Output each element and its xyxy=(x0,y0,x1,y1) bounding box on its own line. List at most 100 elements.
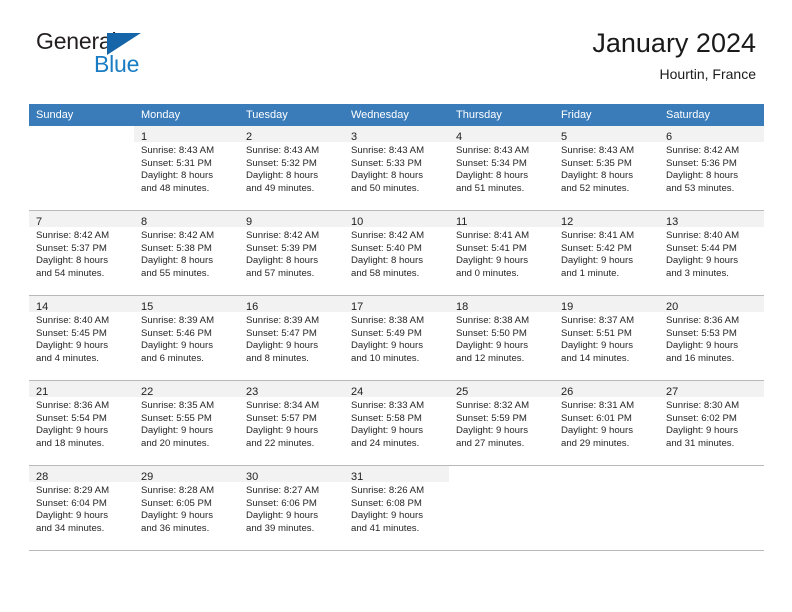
calendar-day-cell[interactable]: 21 Sunrise: 8:36 AM Sunset: 5:54 PM Dayligh… xyxy=(29,381,134,465)
calendar-cell: 4 Sunrise: 8:43 AM Sunset: 5:34 PM Daylight… xyxy=(449,126,554,211)
sunset-text: Sunset: 5:42 PM xyxy=(561,242,632,254)
day-number: 12 xyxy=(561,216,574,228)
calendar-day-cell[interactable]: 2 Sunrise: 8:43 AM Sunset: 5:32 PM Daylight… xyxy=(239,126,344,210)
calendar-day-cell[interactable]: 3 Sunrise: 8:43 AM Sunset: 5:33 PM Daylight… xyxy=(344,126,449,210)
calendar-day-cell[interactable]: 19 Sunrise: 8:37 AM Sunset: 5:51 PM Dayligh… xyxy=(554,296,659,380)
daylight-text-line2: and 50 minutes. xyxy=(351,182,420,194)
calendar-day-cell[interactable]: 10 Sunrise: 8:42 AM Sunset: 5:40 PM Dayligh… xyxy=(344,211,449,295)
calendar-day-cell[interactable]: 13 Sunrise: 8:40 AM Sunset: 5:44 PM Dayligh… xyxy=(659,211,764,295)
calendar-day-cell[interactable]: 20 Sunrise: 8:36 AM Sunset: 5:53 PM Dayligh… xyxy=(659,296,764,380)
calendar-day-cell[interactable]: 29 Sunrise: 8:28 AM Sunset: 6:05 PM Dayligh… xyxy=(134,466,239,550)
weekday-header-thursday: Thursday xyxy=(449,104,554,126)
sunset-text: Sunset: 5:38 PM xyxy=(141,242,212,254)
sunrise-text: Sunrise: 8:34 AM xyxy=(246,400,320,411)
calendar-day-cell[interactable]: 5 Sunrise: 8:43 AM Sunset: 5:35 PM Daylight… xyxy=(554,126,659,210)
calendar-cell: 18 Sunrise: 8:38 AM Sunset: 5:50 PM Dayligh… xyxy=(449,295,554,381)
daylight-text-line2: and 6 minutes. xyxy=(141,352,204,364)
day-details: Sunrise: 8:40 AM Sunset: 5:45 PM Daylight:… xyxy=(29,312,134,365)
daylight-text-line1: Daylight: 9 hours xyxy=(561,340,633,352)
daylight-text-line1: Daylight: 8 hours xyxy=(141,170,213,182)
day-details: Sunrise: 8:34 AM Sunset: 5:57 PM Daylight:… xyxy=(239,397,344,450)
sunset-text: Sunset: 5:51 PM xyxy=(561,327,632,339)
day-number: 4 xyxy=(456,131,463,143)
daylight-text-line2: and 10 minutes. xyxy=(351,352,420,364)
calendar-day-cell[interactable]: 17 Sunrise: 8:38 AM Sunset: 5:49 PM Dayligh… xyxy=(344,296,449,380)
weekday-header-tuesday: Tuesday xyxy=(239,104,344,126)
day-number: 3 xyxy=(351,131,358,143)
day-number-strip: 17 xyxy=(344,296,449,313)
calendar-day-cell[interactable]: 9 Sunrise: 8:42 AM Sunset: 5:39 PM Daylight… xyxy=(239,211,344,295)
calendar-day-cell[interactable]: 6 Sunrise: 8:42 AM Sunset: 5:36 PM Daylight… xyxy=(659,126,764,210)
day-number: 10 xyxy=(351,216,364,228)
day-number: 15 xyxy=(141,301,154,313)
daylight-text-line1: Daylight: 9 hours xyxy=(141,510,213,522)
calendar-day-cell[interactable]: 15 Sunrise: 8:39 AM Sunset: 5:46 PM Dayligh… xyxy=(134,296,239,380)
day-number: 6 xyxy=(666,131,673,143)
calendar-day-cell[interactable]: 28 Sunrise: 8:29 AM Sunset: 6:04 PM Dayligh… xyxy=(29,466,134,550)
day-number-strip: 1 xyxy=(134,126,239,143)
calendar-day-cell[interactable]: 30 Sunrise: 8:27 AM Sunset: 6:06 PM Dayligh… xyxy=(239,466,344,550)
day-number: 21 xyxy=(36,386,49,398)
day-details: Sunrise: 8:38 AM Sunset: 5:49 PM Daylight:… xyxy=(344,312,449,365)
calendar-day-cell[interactable]: 31 Sunrise: 8:26 AM Sunset: 6:08 PM Dayligh… xyxy=(344,466,449,550)
calendar-day-cell[interactable]: 25 Sunrise: 8:32 AM Sunset: 5:59 PM Dayligh… xyxy=(449,381,554,465)
calendar-day-cell[interactable]: 18 Sunrise: 8:38 AM Sunset: 5:50 PM Dayligh… xyxy=(449,296,554,380)
calendar-day-cell[interactable]: 26 Sunrise: 8:31 AM Sunset: 6:01 PM Dayligh… xyxy=(554,381,659,465)
sunrise-text: Sunrise: 8:42 AM xyxy=(351,230,425,241)
calendar-day-cell[interactable]: 24 Sunrise: 8:33 AM Sunset: 5:58 PM Dayligh… xyxy=(344,381,449,465)
day-details: Sunrise: 8:30 AM Sunset: 6:02 PM Daylight:… xyxy=(659,397,764,450)
daylight-text-line2: and 8 minutes. xyxy=(246,352,309,364)
calendar-week-row: 7 Sunrise: 8:42 AM Sunset: 5:37 PM Daylight… xyxy=(29,210,764,296)
calendar-cell: 17 Sunrise: 8:38 AM Sunset: 5:49 PM Dayligh… xyxy=(344,295,449,381)
daylight-text-line1: Daylight: 9 hours xyxy=(456,255,528,267)
calendar-day-cell[interactable]: 12 Sunrise: 8:41 AM Sunset: 5:42 PM Dayligh… xyxy=(554,211,659,295)
calendar-cell: 21 Sunrise: 8:36 AM Sunset: 5:54 PM Dayligh… xyxy=(29,380,134,466)
day-number-strip: 27 xyxy=(659,381,764,398)
sunrise-text: Sunrise: 8:41 AM xyxy=(561,230,635,241)
sunrise-text: Sunrise: 8:33 AM xyxy=(351,400,425,411)
calendar-day-cell[interactable]: 11 Sunrise: 8:41 AM Sunset: 5:41 PM Dayligh… xyxy=(449,211,554,295)
general-blue-logo[interactable]: General Blue xyxy=(36,30,216,86)
daylight-text-line2: and 20 minutes. xyxy=(141,437,210,449)
calendar-cell: 16 Sunrise: 8:39 AM Sunset: 5:47 PM Dayligh… xyxy=(239,295,344,381)
day-number-strip: 6 xyxy=(659,126,764,143)
calendar-cell xyxy=(29,126,134,211)
sunrise-text: Sunrise: 8:38 AM xyxy=(456,315,530,326)
day-details: Sunrise: 8:29 AM Sunset: 6:04 PM Daylight:… xyxy=(29,482,134,535)
day-number: 8 xyxy=(141,216,148,228)
day-details: Sunrise: 8:39 AM Sunset: 5:47 PM Daylight:… xyxy=(239,312,344,365)
daylight-text-line2: and 41 minutes. xyxy=(351,522,420,534)
calendar-day-cell[interactable]: 16 Sunrise: 8:39 AM Sunset: 5:47 PM Dayligh… xyxy=(239,296,344,380)
calendar-day-cell[interactable]: 14 Sunrise: 8:40 AM Sunset: 5:45 PM Dayligh… xyxy=(29,296,134,380)
calendar-day-cell[interactable]: 27 Sunrise: 8:30 AM Sunset: 6:02 PM Dayligh… xyxy=(659,381,764,465)
daylight-text-line1: Daylight: 9 hours xyxy=(456,340,528,352)
daylight-text-line1: Daylight: 8 hours xyxy=(246,255,318,267)
daylight-text-line2: and 1 minute. xyxy=(561,267,620,279)
sunrise-text: Sunrise: 8:32 AM xyxy=(456,400,530,411)
daylight-text-line2: and 54 minutes. xyxy=(36,267,105,279)
day-number-strip: 9 xyxy=(239,211,344,228)
calendar-day-cell[interactable]: 23 Sunrise: 8:34 AM Sunset: 5:57 PM Dayligh… xyxy=(239,381,344,465)
day-number: 19 xyxy=(561,301,574,313)
calendar-day-cell[interactable]: 22 Sunrise: 8:35 AM Sunset: 5:55 PM Dayligh… xyxy=(134,381,239,465)
calendar-cell: 10 Sunrise: 8:42 AM Sunset: 5:40 PM Dayligh… xyxy=(344,210,449,296)
calendar-day-cell-empty xyxy=(449,466,554,550)
day-number-strip: 26 xyxy=(554,381,659,398)
day-number-strip: 30 xyxy=(239,466,344,483)
day-number-strip: 3 xyxy=(344,126,449,143)
day-number-strip: 22 xyxy=(134,381,239,398)
daylight-text-line1: Daylight: 9 hours xyxy=(36,425,108,437)
sunset-text: Sunset: 5:54 PM xyxy=(36,412,107,424)
calendar-table: Sunday Monday Tuesday Wednesday Thursday Frid… xyxy=(29,104,764,551)
calendar-day-cell[interactable]: 7 Sunrise: 8:42 AM Sunset: 5:37 PM Daylight… xyxy=(29,211,134,295)
day-number: 2 xyxy=(246,131,253,143)
calendar-day-cell[interactable]: 1 Sunrise: 8:43 AM Sunset: 5:31 PM Daylight… xyxy=(134,126,239,210)
sunset-text: Sunset: 5:41 PM xyxy=(456,242,527,254)
day-details: Sunrise: 8:37 AM Sunset: 5:51 PM Daylight:… xyxy=(554,312,659,365)
day-number-strip: 28 xyxy=(29,466,134,483)
calendar-day-cell[interactable]: 8 Sunrise: 8:42 AM Sunset: 5:38 PM Daylight… xyxy=(134,211,239,295)
calendar-cell: 22 Sunrise: 8:35 AM Sunset: 5:55 PM Dayligh… xyxy=(134,380,239,466)
calendar-day-cell[interactable]: 4 Sunrise: 8:43 AM Sunset: 5:34 PM Daylight… xyxy=(449,126,554,210)
day-number: 7 xyxy=(36,216,43,228)
sunset-text: Sunset: 6:08 PM xyxy=(351,497,422,509)
